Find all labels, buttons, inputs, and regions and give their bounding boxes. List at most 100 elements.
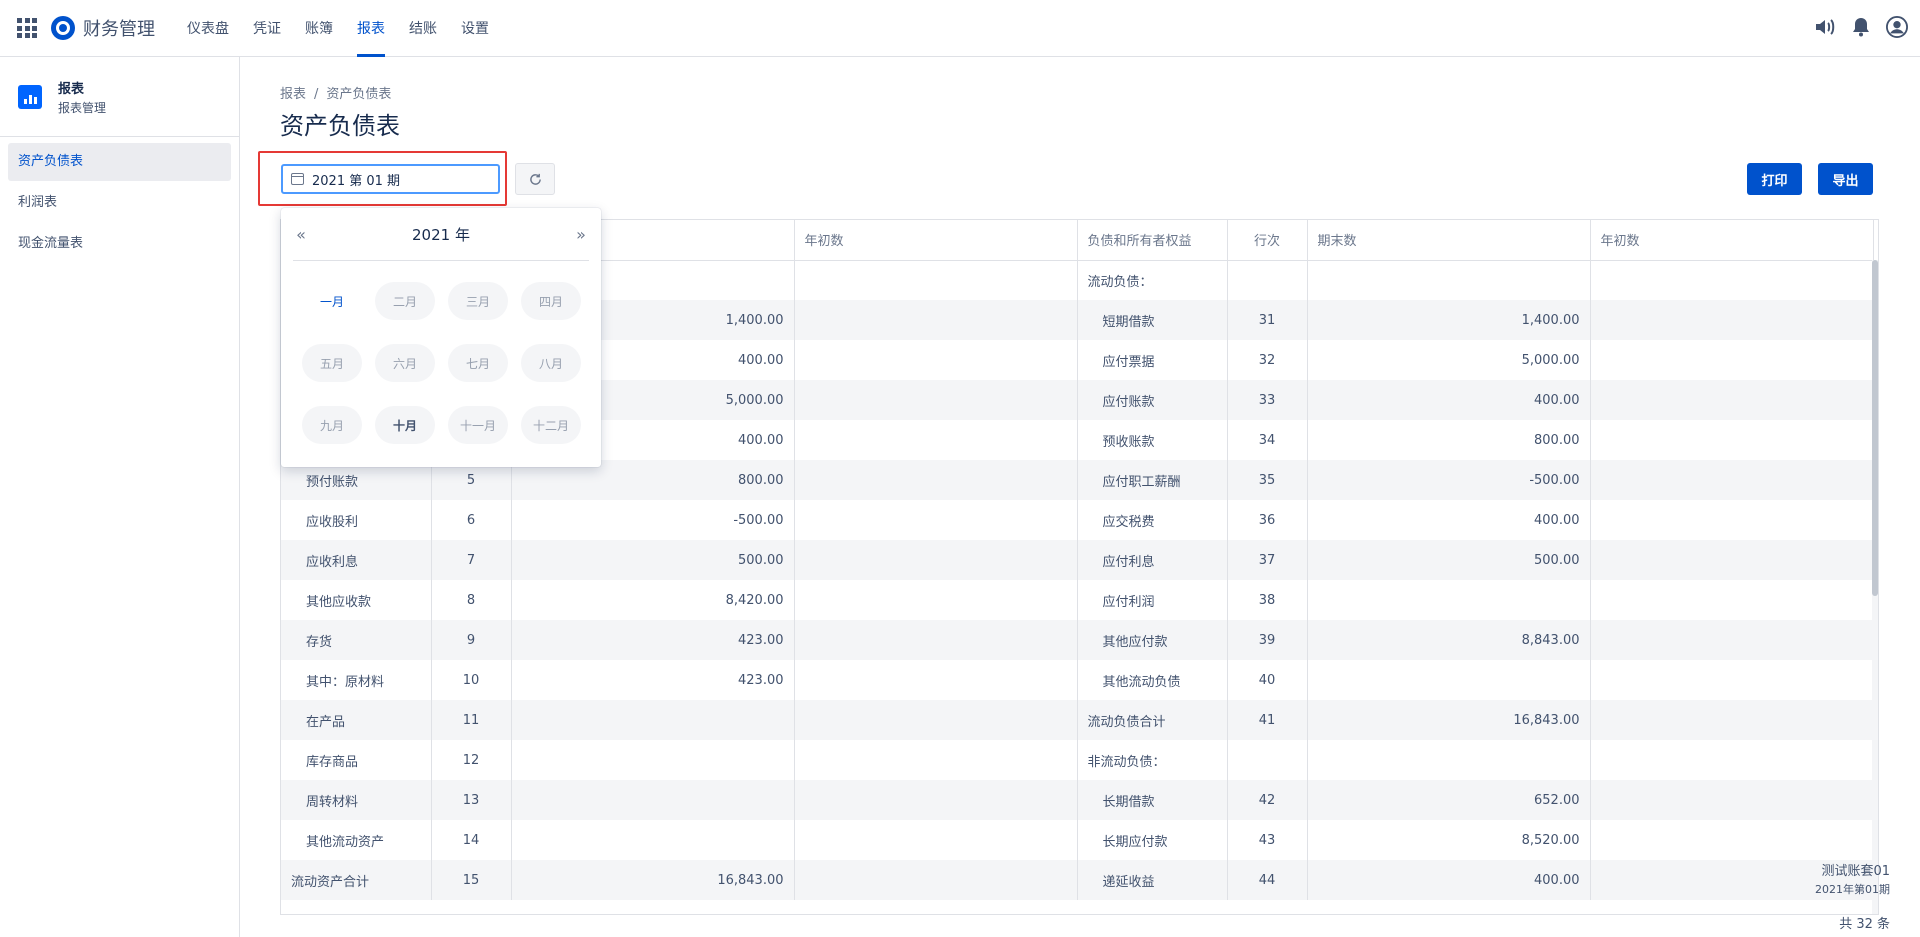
month-option-2[interactable]: 二月 — [375, 282, 435, 320]
cell-liability-ending: 400.00 — [1307, 500, 1591, 540]
nav-dashboard[interactable]: 仪表盘 — [178, 0, 238, 57]
app-switcher-icon[interactable] — [17, 18, 37, 38]
cell-liability-ending — [1307, 660, 1591, 700]
month-option-11[interactable]: 十一月 — [448, 406, 508, 444]
cell-asset-line: 13 — [431, 780, 512, 820]
avatar-icon[interactable] — [1886, 16, 1908, 38]
cell-liability-name: 非流动负债： — [1077, 740, 1228, 780]
nav-closing[interactable]: 结账 — [400, 0, 446, 57]
scrollbar-thumb[interactable] — [1872, 260, 1878, 596]
cell-asset-beginning — [794, 620, 1078, 660]
sidebar: 报表 报表管理 资产负债表 利润表 现金流量表 — [0, 57, 240, 937]
sidebar-item-balance-sheet[interactable]: 资产负债表 — [8, 143, 231, 181]
month-option-10[interactable]: 十月 — [375, 406, 435, 444]
month-picker-popup: « 2021 年 » 一月 二月 三月 四月 五月 六月 七月 八月 九月 十月… — [281, 208, 601, 467]
cell-liability-ending: 800.00 — [1307, 420, 1591, 460]
cell-liability-line: 43 — [1227, 820, 1308, 860]
account-period: 2021年第01期 — [1815, 883, 1890, 896]
calendar-icon — [291, 173, 304, 185]
cell-liability-ending: 400.00 — [1307, 380, 1591, 420]
account-name: 测试账套01 — [1821, 864, 1890, 879]
cell-asset-beginning — [794, 660, 1078, 700]
table-row: 应收股利 6 -500.00 应交税费 36 400.00 — [281, 500, 1874, 540]
col-header-beginning: 年初数 — [794, 220, 1078, 261]
nav-ledger[interactable]: 账簿 — [296, 0, 342, 57]
report-chart-icon — [18, 84, 42, 109]
month-option-9[interactable]: 九月 — [302, 406, 362, 444]
table-row: 周转材料 13 长期借款 42 652.00 — [281, 780, 1874, 820]
refresh-button[interactable] — [515, 163, 555, 195]
period-picker-input[interactable]: 2021 第 01 期 — [281, 164, 500, 194]
cell-asset-line: 12 — [431, 740, 512, 780]
month-option-1[interactable]: 一月 — [302, 282, 362, 320]
table-scrollbar[interactable] — [1872, 260, 1878, 914]
cell-asset-line: 14 — [431, 820, 512, 860]
cell-asset-beginning — [794, 340, 1078, 380]
cell-liability-name: 应付利润 — [1077, 580, 1228, 620]
cell-asset-ending: 8,420.00 — [511, 580, 795, 620]
month-picker-year: 2021 年 — [412, 225, 470, 244]
month-option-6[interactable]: 六月 — [375, 344, 435, 382]
app-title: 财务管理 — [83, 19, 155, 40]
prev-year-icon[interactable]: « — [293, 225, 309, 244]
cell-asset-ending: 500.00 — [511, 540, 795, 580]
cell-asset-name: 其他流动资产 — [281, 820, 432, 860]
nav-voucher[interactable]: 凭证 — [244, 0, 290, 57]
nav-reports[interactable]: 报表 — [348, 0, 394, 57]
cell-liability-name: 长期应付款 — [1077, 820, 1228, 860]
cell-liability-beginning — [1590, 300, 1874, 340]
top-right-actions — [1814, 16, 1908, 38]
nav-settings[interactable]: 设置 — [452, 0, 498, 57]
cell-liability-line: 41 — [1227, 700, 1308, 740]
cell-asset-ending: 423.00 — [511, 660, 795, 700]
cell-liability-beginning — [1590, 700, 1874, 740]
cell-liability-line: 31 — [1227, 300, 1308, 340]
sidebar-item-cash-flow[interactable]: 现金流量表 — [8, 225, 231, 263]
speaker-icon[interactable] — [1814, 16, 1836, 38]
cell-liability-beginning — [1590, 420, 1874, 460]
cell-asset-name: 存货 — [281, 620, 432, 660]
breadcrumb: 报表 / 资产负债表 — [280, 83, 391, 102]
breadcrumb-parent[interactable]: 报表 — [280, 87, 306, 102]
col-header-liabilities: 负债和所有者权益 — [1077, 220, 1228, 261]
month-option-5[interactable]: 五月 — [302, 344, 362, 382]
cell-liability-beginning — [1590, 340, 1874, 380]
cell-asset-beginning — [794, 300, 1078, 340]
period-value: 2021 第 01 期 — [312, 173, 401, 189]
month-option-8[interactable]: 八月 — [521, 344, 581, 382]
table-row: 应收利息 7 500.00 应付利息 37 500.00 — [281, 540, 1874, 580]
cell-liability-ending — [1307, 260, 1591, 300]
sidebar-item-income-statement[interactable]: 利润表 — [8, 184, 231, 222]
breadcrumb-current: 资产负债表 — [326, 87, 392, 102]
print-button[interactable]: 打印 — [1747, 163, 1802, 195]
cell-liability-name: 其他流动负债 — [1077, 660, 1228, 700]
month-option-12[interactable]: 十二月 — [521, 406, 581, 444]
cell-liability-beginning — [1590, 620, 1874, 660]
cell-liability-beginning — [1590, 820, 1874, 860]
cell-liability-ending: 8,520.00 — [1307, 820, 1591, 860]
month-option-4[interactable]: 四月 — [521, 282, 581, 320]
cell-asset-beginning — [794, 860, 1078, 900]
cell-liability-line: 40 — [1227, 660, 1308, 700]
cell-asset-beginning — [794, 580, 1078, 620]
cell-liability-name: 预收账款 — [1077, 420, 1228, 460]
cell-liability-ending: -500.00 — [1307, 460, 1591, 500]
sidebar-header: 报表 报表管理 — [0, 57, 239, 137]
export-button[interactable]: 导出 — [1818, 163, 1873, 195]
table-row: 在产品 11 流动负债合计 41 16,843.00 — [281, 700, 1874, 740]
cell-asset-ending: 16,843.00 — [511, 860, 795, 900]
next-year-icon[interactable]: » — [573, 225, 589, 244]
cell-liability-ending — [1307, 580, 1591, 620]
month-option-7[interactable]: 七月 — [448, 344, 508, 382]
cell-asset-name: 其中：原材料 — [281, 660, 432, 700]
table-row: 其他应收款 8 8,420.00 应付利润 38 — [281, 580, 1874, 620]
month-option-3[interactable]: 三月 — [448, 282, 508, 320]
cell-liability-line: 33 — [1227, 380, 1308, 420]
cell-asset-beginning — [794, 700, 1078, 740]
cell-liability-name: 长期借款 — [1077, 780, 1228, 820]
cell-asset-line: 7 — [431, 540, 512, 580]
bell-icon[interactable] — [1850, 16, 1872, 38]
cell-liability-line: 37 — [1227, 540, 1308, 580]
sidebar-subtitle: 报表管理 — [58, 100, 107, 115]
cell-asset-beginning — [794, 420, 1078, 460]
